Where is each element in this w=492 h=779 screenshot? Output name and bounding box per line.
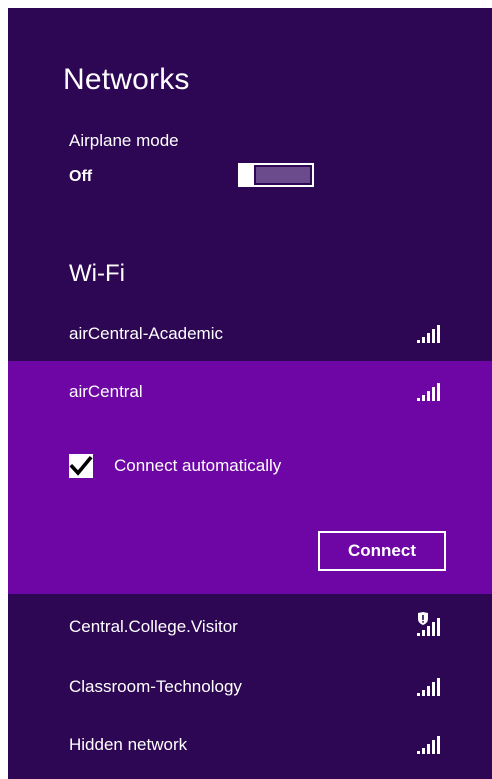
- network-item-central-college-visitor[interactable]: Central.College.Visitor: [8, 602, 492, 652]
- page-title: Networks: [63, 63, 190, 96]
- networks-panel: Networks Airplane mode Off Wi-Fi airCent…: [8, 8, 492, 779]
- network-item-hidden-network[interactable]: Hidden network: [8, 720, 492, 770]
- network-name: airCentral-Academic: [69, 324, 223, 343]
- signal-strength-icon: [417, 678, 440, 696]
- network-item-classroom-technology[interactable]: Classroom-Technology: [8, 662, 492, 712]
- network-item-aircentral[interactable]: airCentral Connect automatically Connect: [8, 361, 492, 594]
- airplane-mode-toggle[interactable]: [238, 163, 314, 187]
- network-name: Hidden network: [69, 735, 188, 754]
- connect-button[interactable]: Connect: [318, 531, 446, 571]
- airplane-mode-state: Off: [69, 168, 93, 185]
- signal-strength-icon: [417, 736, 440, 754]
- connect-automatically-label[interactable]: Connect automatically: [114, 456, 281, 476]
- toggle-thumb[interactable]: [238, 163, 254, 187]
- signal-shield-icon: [417, 612, 440, 636]
- network-name: Classroom-Technology: [69, 677, 242, 696]
- checkmark-icon: [69, 455, 93, 476]
- network-name: airCentral: [69, 382, 143, 401]
- toggle-track: [256, 167, 310, 183]
- signal-strength-icon: [417, 325, 440, 343]
- wifi-section-title: Wi-Fi: [69, 260, 125, 287]
- network-item-aircentral-academic[interactable]: airCentral-Academic: [8, 309, 492, 359]
- network-name: Central.College.Visitor: [69, 617, 238, 636]
- connect-automatically-checkbox[interactable]: [69, 454, 93, 478]
- signal-strength-icon: [417, 383, 440, 401]
- airplane-mode-label: Airplane mode: [69, 131, 179, 150]
